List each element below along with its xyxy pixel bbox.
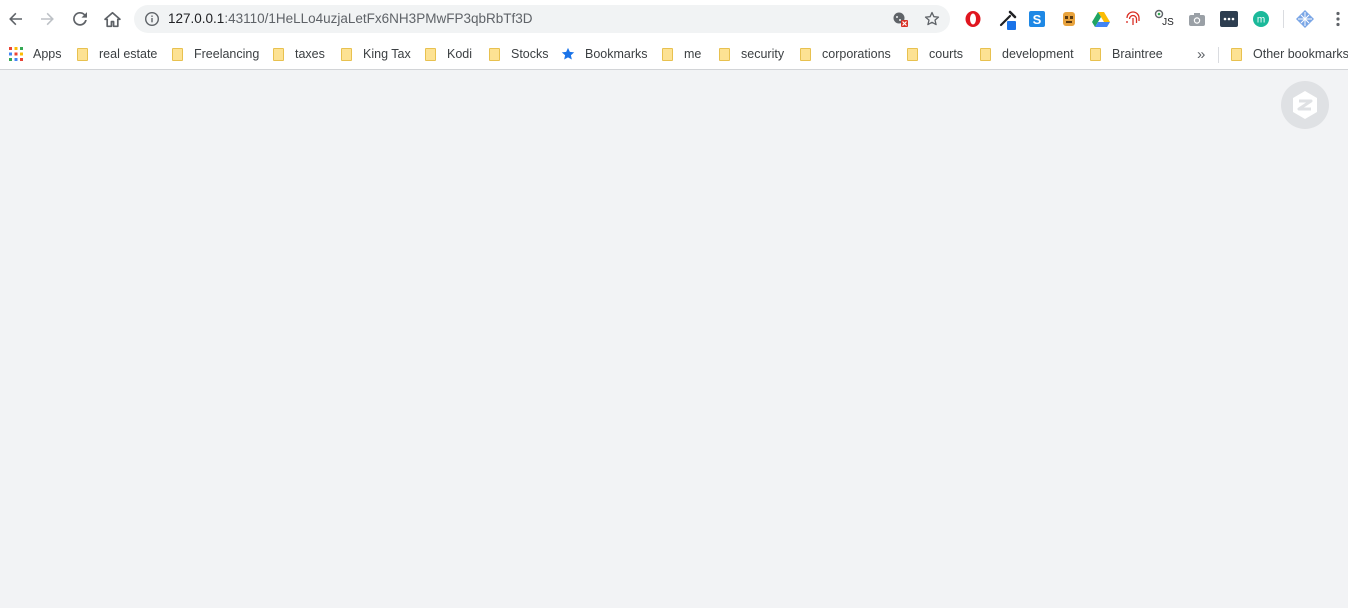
star-icon xyxy=(560,46,576,62)
m-extension-icon[interactable]: m xyxy=(1250,8,1272,30)
zeronet-extension-icon[interactable] xyxy=(1294,8,1316,30)
url-path: :43110/1HeLLo4uzjaLetFx6NH3PMwFP3qbRbTf3… xyxy=(224,11,533,26)
bookmark-folder-braintree[interactable]: Braintree xyxy=(1087,42,1163,66)
folder-icon xyxy=(422,46,438,62)
bookmark-label: Apps xyxy=(33,47,62,61)
folder-icon xyxy=(338,46,354,62)
bookmark-folder-other-bookmarks[interactable]: Other bookmarks xyxy=(1228,42,1348,66)
bookmark-bookmarks[interactable]: Bookmarks xyxy=(560,42,648,66)
folder-icon xyxy=(1087,46,1103,62)
cookie-blocked-icon xyxy=(893,12,908,27)
bookmark-label: corporations xyxy=(822,47,891,61)
folder-icon xyxy=(486,46,502,62)
terminal-icon[interactable] xyxy=(1218,8,1240,30)
bookmark-label: Freelancing xyxy=(194,47,260,61)
blocked-content-button[interactable] xyxy=(890,9,910,29)
bookmark-label: Braintree xyxy=(1112,47,1163,61)
folder-icon xyxy=(659,46,675,62)
svg-text:m: m xyxy=(1257,15,1265,26)
bookmark-folder-security[interactable]: security xyxy=(716,42,784,66)
bookmark-folder-real-estate[interactable]: real estate xyxy=(74,42,157,66)
folder-icon xyxy=(169,46,185,62)
bookmark-label: Kodi xyxy=(447,47,473,61)
bookmarks-overflow-button[interactable]: » xyxy=(1197,42,1205,66)
apps-grid-icon xyxy=(8,46,24,62)
home-button[interactable] xyxy=(98,5,126,33)
address-bar[interactable]: 127.0.0.1:43110/1HeLLo4uzjaLetFx6NH3PMwF… xyxy=(134,5,950,33)
bookmark-label: Other bookmarks xyxy=(1253,47,1348,61)
svg-text:JS: JS xyxy=(1162,17,1174,28)
bookmark-star-button[interactable] xyxy=(922,9,942,29)
arrow-left-icon xyxy=(9,12,22,26)
svg-text:S: S xyxy=(1033,12,1042,27)
browser-toolbar: 127.0.0.1:43110/1HeLLo4uzjaLetFx6NH3PMwF… xyxy=(0,0,1348,38)
fingerprint-icon[interactable] xyxy=(1122,8,1144,30)
page-content xyxy=(0,70,1348,608)
reload-icon xyxy=(73,11,87,26)
reload-button[interactable] xyxy=(66,5,94,33)
toolbar-divider xyxy=(1283,10,1284,28)
chevron-double-right-icon: » xyxy=(1197,45,1206,63)
url-text[interactable]: 127.0.0.1:43110/1HeLLo4uzjaLetFx6NH3PMwF… xyxy=(168,5,532,33)
bookmark-label: security xyxy=(741,47,785,61)
bookmark-label: taxes xyxy=(295,47,325,61)
eyedropper-icon[interactable] xyxy=(997,8,1019,30)
info-icon[interactable] xyxy=(144,11,160,27)
bookmark-label: King Tax xyxy=(363,47,411,61)
google-drive-icon[interactable] xyxy=(1090,8,1112,30)
bookmark-folder-me[interactable]: me xyxy=(659,42,701,66)
bookmark-folder-freelancing[interactable]: Freelancing xyxy=(169,42,259,66)
folder-icon xyxy=(270,46,286,62)
bookmark-label: real estate xyxy=(99,47,158,61)
arrow-right-icon xyxy=(41,12,54,26)
bookmark-folder-taxes[interactable]: taxes xyxy=(270,42,325,66)
forward-button[interactable] xyxy=(33,5,61,33)
bookmark-folder-corporations[interactable]: corporations xyxy=(797,42,891,66)
camera-icon[interactable] xyxy=(1186,8,1208,30)
menu-button[interactable] xyxy=(1327,8,1348,30)
bookmarks-divider xyxy=(1218,47,1219,63)
bookmark-folder-development[interactable]: development xyxy=(977,42,1074,66)
bookmark-label: development xyxy=(1002,47,1074,61)
bookmark-label: me xyxy=(684,47,702,61)
bookmark-label: Stocks xyxy=(511,47,549,61)
back-button[interactable] xyxy=(2,5,30,33)
folder-icon xyxy=(716,46,732,62)
bookmark-folder-courts[interactable]: courts xyxy=(904,42,963,66)
bookmarks-bar: Apps real estate Freelancing taxes King … xyxy=(0,38,1348,70)
s-extension-icon[interactable]: S xyxy=(1026,8,1048,30)
js-icon[interactable]: JS xyxy=(1154,8,1176,30)
bookmark-folder-king-tax[interactable]: King Tax xyxy=(338,42,411,66)
zeronet-logo-icon xyxy=(1293,91,1317,119)
url-host: 127.0.0.1 xyxy=(168,11,225,26)
bookmark-apps[interactable]: Apps xyxy=(8,42,62,66)
bookmark-label: courts xyxy=(929,47,964,61)
folder-icon xyxy=(904,46,920,62)
robot-icon[interactable] xyxy=(1058,8,1080,30)
folder-icon xyxy=(977,46,993,62)
star-outline-icon xyxy=(924,11,940,26)
more-vertical-icon xyxy=(1336,11,1340,27)
bookmark-label: Bookmarks xyxy=(585,47,648,61)
bookmark-folder-stocks[interactable]: Stocks xyxy=(486,42,549,66)
zeronet-sidebar-button[interactable] xyxy=(1281,81,1329,129)
bookmark-folder-kodi[interactable]: Kodi xyxy=(422,42,472,66)
folder-icon xyxy=(797,46,813,62)
folder-icon xyxy=(1228,46,1244,62)
opera-icon[interactable] xyxy=(962,8,984,30)
home-icon xyxy=(103,11,121,27)
folder-icon xyxy=(74,46,90,62)
